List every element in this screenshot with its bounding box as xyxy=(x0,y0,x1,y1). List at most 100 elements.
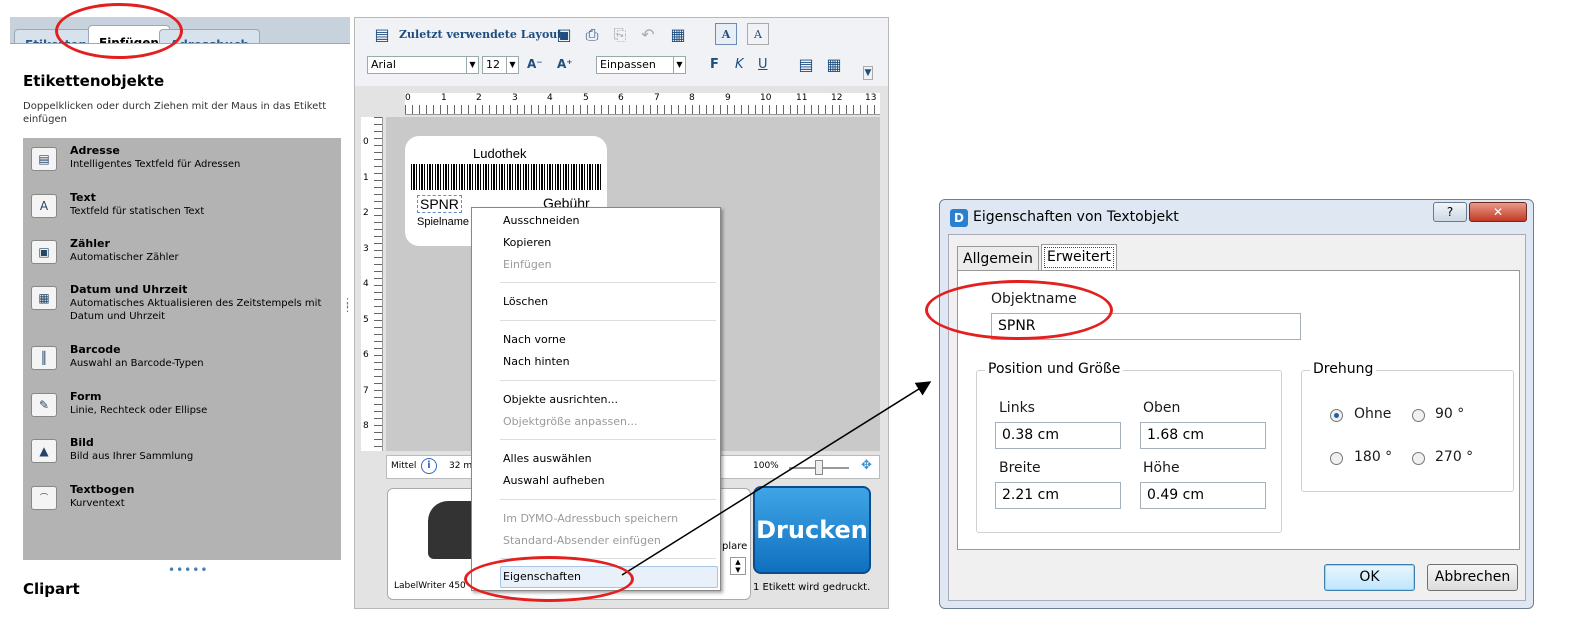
list-item-adresse[interactable]: ▤ Adresse Intelligentes Textfeld für Adres… xyxy=(23,141,341,187)
rotation-180-radio[interactable] xyxy=(1330,452,1343,465)
highlight-ellipse-tab xyxy=(55,3,183,59)
label-title[interactable]: Ludothek xyxy=(473,146,527,161)
status-size: 32 m xyxy=(449,461,473,471)
rotation-180-label: 180 ° xyxy=(1354,449,1393,465)
undo-icon[interactable]: ↶ xyxy=(637,24,659,46)
menu-divider xyxy=(500,282,716,283)
bold-icon[interactable]: F xyxy=(710,57,719,72)
save-icon[interactable]: ▣ xyxy=(553,24,575,46)
menu-item-paste[interactable]: Einfügen xyxy=(503,258,552,271)
font-size-value: 12 xyxy=(486,58,500,71)
status-text: Mittel xyxy=(391,461,417,471)
rotation-270-radio[interactable] xyxy=(1412,452,1425,465)
rotation-90-label: 90 ° xyxy=(1435,406,1465,422)
links-label: Links xyxy=(999,400,1035,416)
list-item-datum[interactable]: ▦ Datum und Uhrzeit Automatisches Aktualis… xyxy=(23,280,341,326)
font-size-select[interactable]: 12 ▼ xyxy=(482,56,519,74)
position-size-legend: Position und Größe xyxy=(985,361,1124,377)
close-button[interactable]: ✕ xyxy=(1469,202,1527,222)
ruler-tick: 9 xyxy=(725,93,731,103)
toolbar-more-icon[interactable]: ▼ xyxy=(863,66,873,80)
clipart-section[interactable]: Clipart xyxy=(23,580,80,598)
resize-grip-icon[interactable]: ••••• xyxy=(168,563,208,577)
breite-label: Breite xyxy=(999,460,1041,476)
align-horizontal-icon[interactable]: ▦ xyxy=(823,54,845,76)
panel-description: Doppelklicken oder durch Ziehen mit der … xyxy=(23,101,327,125)
tab-allgemein[interactable]: Allgemein xyxy=(957,246,1039,270)
menu-divider xyxy=(500,320,716,321)
list-item-text[interactable]: A Text Textfeld für statischen Text xyxy=(23,188,341,234)
item-title: Adresse xyxy=(70,144,120,157)
highlight-ellipse-object-name xyxy=(925,280,1113,340)
layouts-icon[interactable]: ▤ xyxy=(371,24,393,46)
shape-icon: ✎ xyxy=(31,393,57,417)
item-title: Form xyxy=(70,390,102,403)
tab-erweitert[interactable]: Erweitert xyxy=(1041,244,1117,271)
barcode-icon: ║ xyxy=(31,346,57,370)
object-list: ▤ Adresse Intelligentes Textfeld für Adres… xyxy=(23,138,341,560)
chevron-down-icon: ▼ xyxy=(673,57,685,73)
printer-settings-icon[interactable]: ▦ xyxy=(667,24,689,46)
paste-icon[interactable]: ⎘ xyxy=(609,24,631,46)
recent-layouts-button[interactable]: Zuletzt verwendete Layouts xyxy=(399,28,569,41)
rotation-group: Drehung Ohne 90 ° 180 ° 270 ° xyxy=(1301,361,1514,492)
printer-name[interactable]: LabelWriter 450 xyxy=(394,581,466,591)
fit-select[interactable]: Einpassen ▼ xyxy=(596,56,686,74)
info-icon[interactable]: i xyxy=(421,458,437,474)
list-item-zaehler[interactable]: ▣ Zähler Automatischer Zähler xyxy=(23,234,341,280)
rotation-90-radio[interactable] xyxy=(1412,409,1425,422)
menu-item-deselect[interactable]: Auswahl aufheben xyxy=(503,474,605,487)
rotation-270-label: 270 ° xyxy=(1435,449,1474,465)
menu-item-select-all[interactable]: Alles auswählen xyxy=(503,452,592,465)
chevron-down-icon: ▼ xyxy=(466,57,478,73)
grow-font-icon[interactable]: A⁺ xyxy=(557,57,573,71)
ruler-tick: 1 xyxy=(363,173,369,183)
hoehe-label: Höhe xyxy=(1143,460,1180,476)
list-item-textbogen[interactable]: ⌒ Textbogen Kurventext xyxy=(23,480,341,526)
list-item-form[interactable]: ✎ Form Linie, Rechteck oder Ellipse xyxy=(23,387,341,433)
underline-icon[interactable]: U xyxy=(758,57,768,72)
properties-dialog: D Eigenschaften von Textobjekt ? ✕ Allge… xyxy=(939,199,1534,609)
font-select[interactable]: Arial ▼ xyxy=(367,56,479,74)
ruler-tick: 4 xyxy=(363,279,369,289)
menu-item-delete[interactable]: Löschen xyxy=(503,295,548,308)
print-info: 1 Etikett wird gedruckt. xyxy=(753,582,871,593)
ruler-scale xyxy=(405,105,880,114)
hoehe-input[interactable]: 0.49 cm xyxy=(1140,482,1266,509)
label-barcode[interactable] xyxy=(411,164,603,190)
shrink-font-icon[interactable]: A⁻ xyxy=(527,57,543,71)
menu-item-send-backward[interactable]: Nach hinten xyxy=(503,355,570,368)
item-title: Zähler xyxy=(70,237,110,250)
label-spnr-field[interactable]: SPNR xyxy=(417,195,462,213)
rotation-none-radio[interactable] xyxy=(1330,409,1343,422)
menu-item-cut[interactable]: Ausschneiden xyxy=(503,214,580,227)
help-button[interactable]: ? xyxy=(1433,202,1467,222)
panel-splitter-icon[interactable]: ⋮ ⋮ xyxy=(342,297,353,313)
ruler-tick: 12 xyxy=(831,93,843,103)
position-size-group: Position und Größe Links 0.38 cm Oben 1.… xyxy=(976,361,1282,533)
list-item-bild[interactable]: ▲ Bild Bild aus Ihrer Sammlung xyxy=(23,433,341,479)
label-name-field[interactable]: Spielname xyxy=(417,216,469,228)
breite-input[interactable]: 2.21 cm xyxy=(995,482,1121,509)
align-vertical-icon[interactable]: ▤ xyxy=(795,54,817,76)
ruler-tick: 11 xyxy=(796,93,808,103)
ok-button[interactable]: OK xyxy=(1324,564,1415,591)
print-icon[interactable]: ⎙ xyxy=(581,24,603,46)
text-style-b-icon[interactable]: A xyxy=(747,23,769,45)
label-objects-panel: Etikettenobjekte Doppelklicken oder durc… xyxy=(10,43,350,609)
text-style-a-icon[interactable]: A xyxy=(715,23,737,45)
calendar-icon: ▦ xyxy=(31,286,57,310)
ruler-tick: 10 xyxy=(760,93,772,103)
ruler-scale xyxy=(374,117,382,451)
app-icon: D xyxy=(950,209,968,227)
panel-title: Etikettenobjekte xyxy=(23,72,165,90)
oben-input[interactable]: 1.68 cm xyxy=(1140,422,1266,449)
menu-item-copy[interactable]: Kopieren xyxy=(503,236,551,249)
list-item-barcode[interactable]: ║ Barcode Auswahl an Barcode-Typen xyxy=(23,340,341,386)
cancel-button[interactable]: Abbrechen xyxy=(1427,564,1518,591)
menu-item-bring-forward[interactable]: Nach vorne xyxy=(503,333,566,346)
text-icon: A xyxy=(31,194,57,218)
italic-icon[interactable]: K xyxy=(735,57,744,72)
links-input[interactable]: 0.38 cm xyxy=(995,422,1121,449)
item-title: Bild xyxy=(70,436,94,449)
